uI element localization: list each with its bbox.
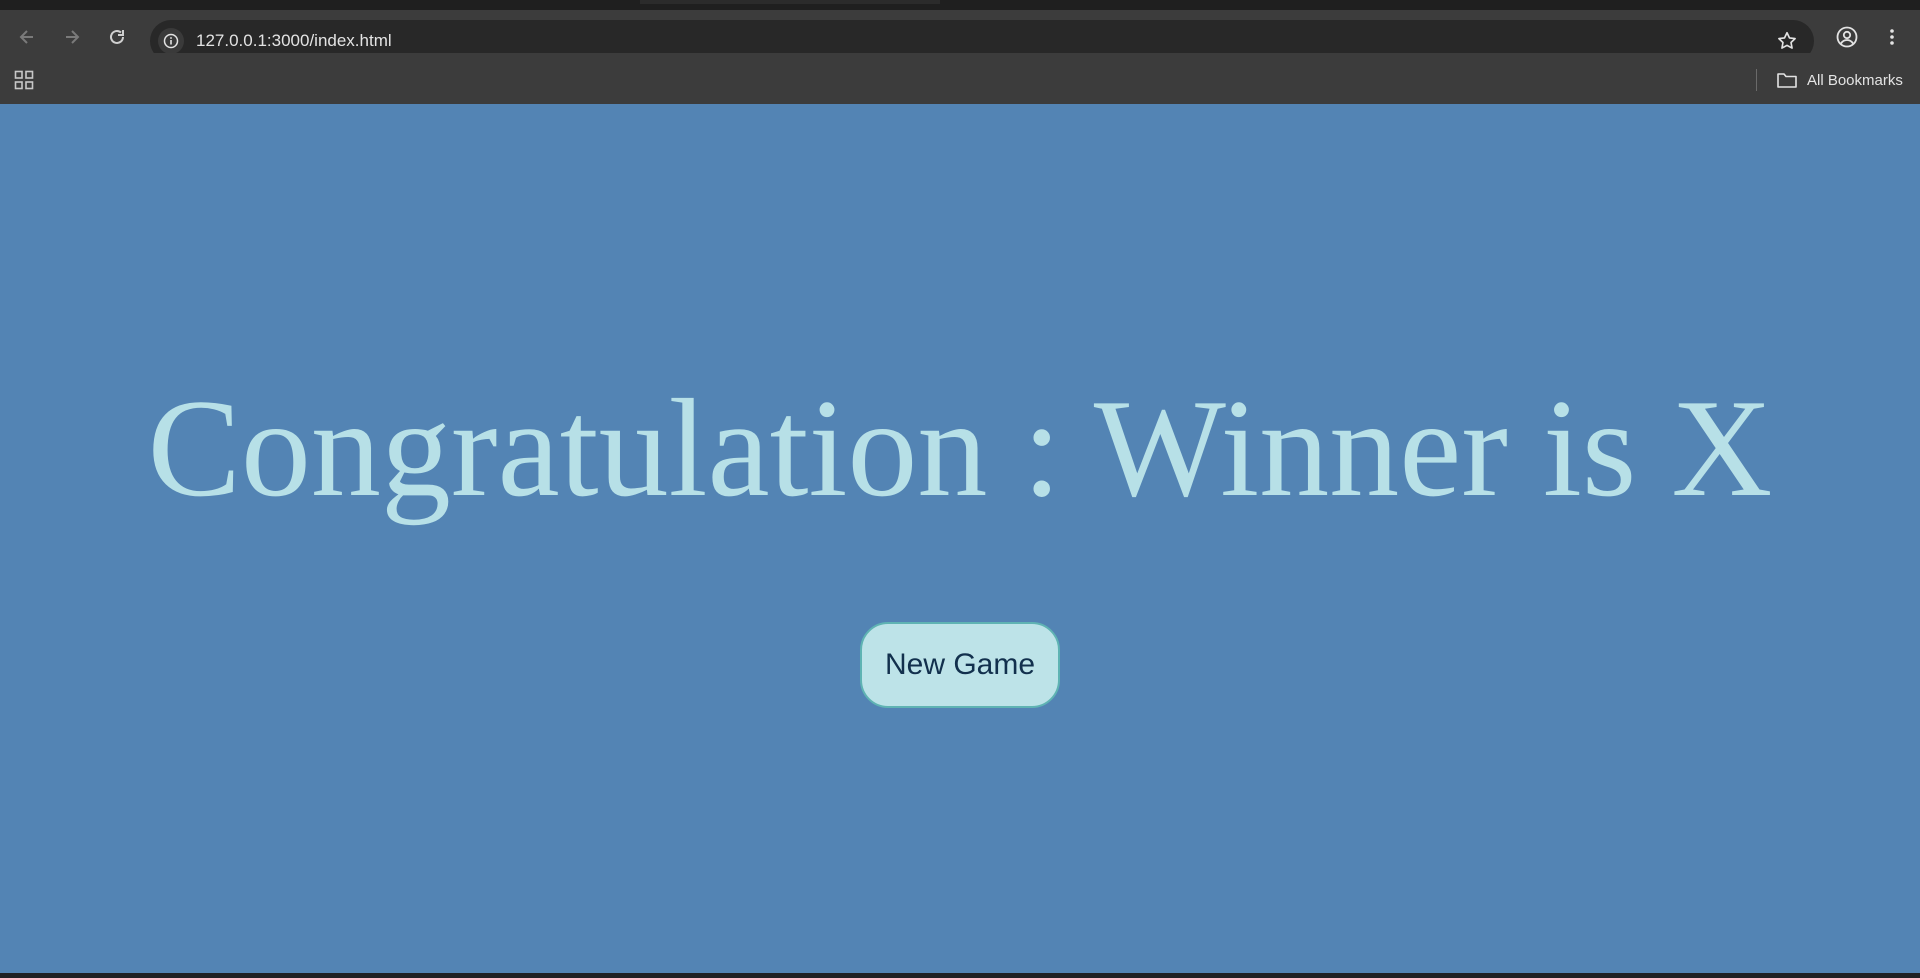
window-bottom-edge	[0, 973, 1920, 978]
all-bookmarks-label: All Bookmarks	[1807, 71, 1903, 89]
back-button[interactable]	[10, 20, 44, 54]
more-menu-button[interactable]	[1875, 20, 1909, 54]
profile-icon	[1836, 26, 1858, 48]
more-menu-icon	[1890, 29, 1894, 45]
site-info-icon[interactable]	[158, 28, 184, 54]
bookmark-star-icon[interactable]	[1776, 30, 1798, 52]
page-viewport: Congratulation : Winner is X New Game	[0, 104, 1920, 973]
apps-grid-icon[interactable]	[14, 70, 34, 90]
browser-toolbar: 127.0.0.1:3000/index.html	[0, 10, 1920, 62]
bookmarks-bar: All Bookmarks	[0, 53, 1920, 104]
profile-button[interactable]	[1830, 20, 1864, 54]
new-game-button[interactable]: New Game	[860, 622, 1060, 708]
forward-arrow-icon	[66, 30, 80, 44]
reload-button[interactable]	[100, 20, 134, 54]
bookmarks-separator	[1756, 69, 1757, 91]
back-arrow-icon	[19, 30, 33, 44]
all-bookmarks-button[interactable]: All Bookmarks	[1776, 65, 1903, 95]
active-tab-edge	[640, 0, 940, 4]
forward-button[interactable]	[55, 20, 89, 54]
winner-message: Congratulation : Winner is X	[147, 371, 1773, 526]
reload-icon	[110, 29, 124, 44]
folder-icon	[1777, 73, 1797, 88]
